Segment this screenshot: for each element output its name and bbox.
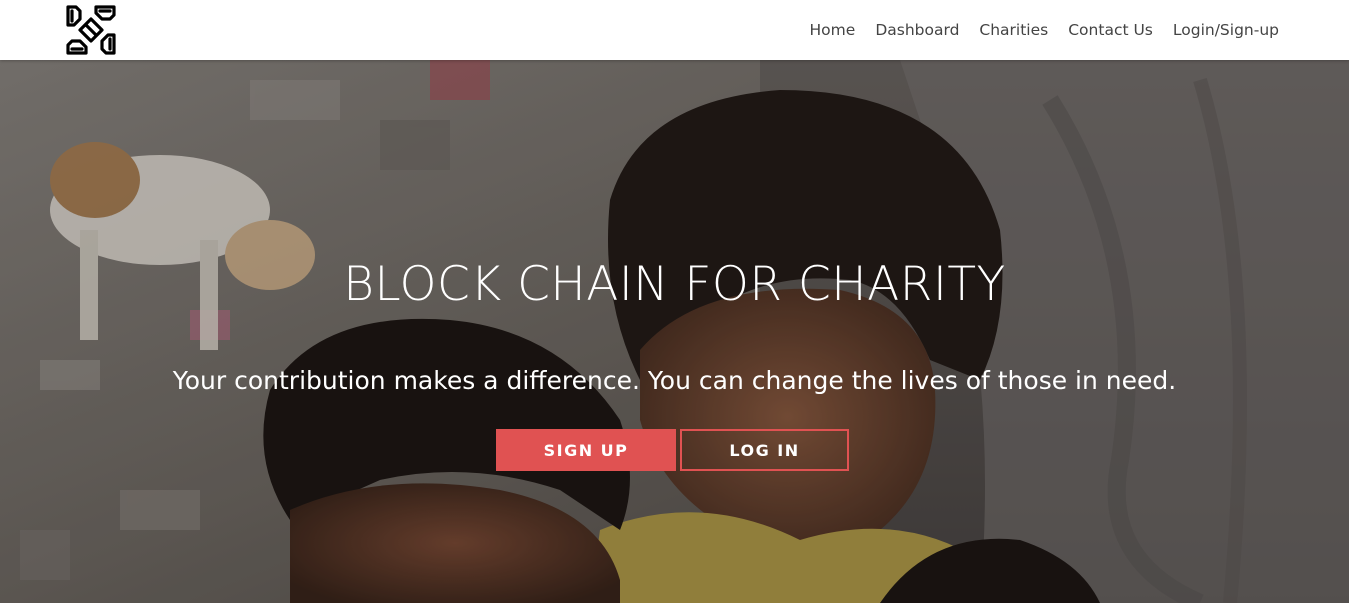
- nav-link-contact-us[interactable]: Contact Us: [1068, 21, 1153, 39]
- nav-link-home[interactable]: Home: [810, 21, 856, 39]
- log-in-button[interactable]: LOG IN: [680, 429, 849, 471]
- hands-together-logo-icon[interactable]: [64, 3, 118, 57]
- nav-links: Home Dashboard Charities Contact Us Logi…: [790, 0, 1279, 60]
- sign-up-button[interactable]: SIGN UP: [496, 429, 676, 471]
- hero-overlay: [0, 60, 1349, 603]
- nav-link-login-signup[interactable]: Login/Sign-up: [1173, 21, 1279, 39]
- hero-section: BLOCK CHAIN FOR CHARITY Your contributio…: [0, 60, 1349, 603]
- hero-subtitle: Your contribution makes a difference. Yo…: [172, 366, 1177, 395]
- nav-link-dashboard[interactable]: Dashboard: [875, 21, 959, 39]
- hero-title: BLOCK CHAIN FOR CHARITY: [343, 257, 1006, 312]
- nav-link-charities[interactable]: Charities: [979, 21, 1048, 39]
- navbar: Home Dashboard Charities Contact Us Logi…: [0, 0, 1349, 60]
